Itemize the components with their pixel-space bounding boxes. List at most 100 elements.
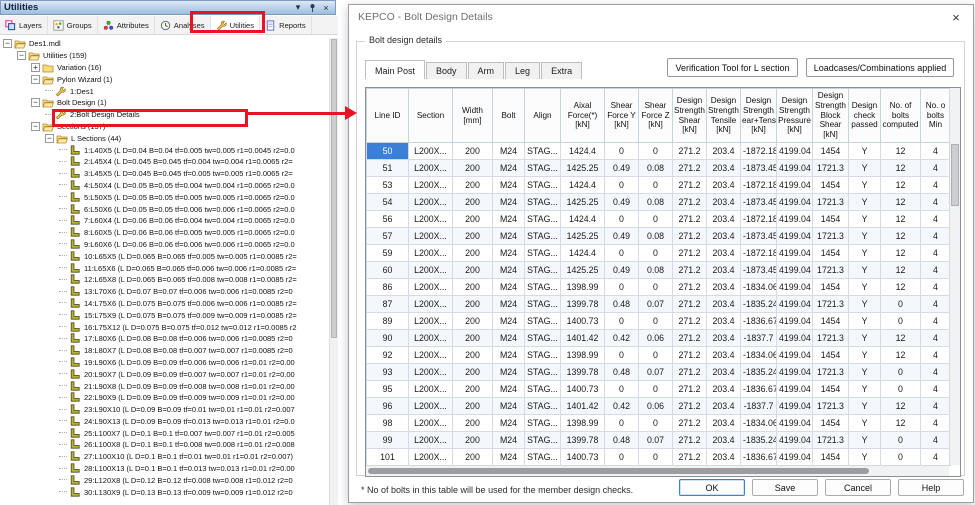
table-vertical-scrollbar[interactable] [949, 88, 960, 465]
table-cell[interactable]: 4 [921, 245, 951, 262]
table-cell[interactable]: Y [849, 347, 881, 364]
table-cell[interactable]: 4199.04 [777, 228, 813, 245]
table-cell[interactable]: 271.2 [673, 228, 707, 245]
tree-item-variation-16[interactable]: +Variation (16) [1, 62, 329, 74]
table-cell[interactable]: L200X... [409, 364, 453, 381]
column-header-design-check[interactable]: Design check passed [849, 89, 881, 143]
table-cell[interactable]: 271.2 [673, 279, 707, 296]
table-cell[interactable]: 1425.25 [561, 160, 605, 177]
tree-item-17-l80x6-l-d-0-08-b-0-08-tf-0-006-tw-0-006[interactable]: 17:L80X6 (L D=0.08 B=0.08 tf=0.006 tw=0.… [1, 333, 329, 345]
table-cell[interactable]: 203.4 [707, 347, 741, 364]
tree-item-l-sections-44[interactable]: −L Sections (44) [1, 132, 329, 144]
table-cell[interactable]: 4 [921, 398, 951, 415]
tree-item-pylon-wizard-1[interactable]: −Pylon Wizard (1) [1, 73, 329, 85]
table-cell[interactable]: 12 [881, 245, 921, 262]
table-cell[interactable]: L200X... [409, 143, 453, 160]
table-cell[interactable]: 0 [639, 211, 673, 228]
table-cell[interactable]: STAG... [525, 432, 561, 449]
tab-groups[interactable]: Groups [48, 16, 98, 34]
chevron-down-icon[interactable]: ▾ [292, 2, 304, 13]
table-cell[interactable]: 271.2 [673, 177, 707, 194]
table-cell[interactable]: L200X... [409, 381, 453, 398]
table-cell[interactable]: 203.4 [707, 228, 741, 245]
table-cell[interactable]: 0.08 [639, 228, 673, 245]
table-cell[interactable]: Y [849, 330, 881, 347]
tab-layers[interactable]: Layers [0, 16, 48, 34]
table-cell[interactable]: STAG... [525, 296, 561, 313]
table-cell[interactable]: 1721.3 [813, 296, 849, 313]
table-cell[interactable]: 203.4 [707, 364, 741, 381]
table-cell[interactable]: 0.48 [605, 432, 639, 449]
column-header-no-o-bolts[interactable]: No. o bolts Min [921, 89, 951, 143]
table-cell[interactable]: 4199.04 [777, 279, 813, 296]
table-cell[interactable]: -1872.18 [741, 177, 777, 194]
table-cell[interactable]: 203.4 [707, 143, 741, 160]
table-cell[interactable]: 0 [881, 313, 921, 330]
column-header-design-strength[interactable]: Design Strength Pressure [kN] [777, 89, 813, 143]
table-cell[interactable]: 0 [605, 143, 639, 160]
table-cell[interactable]: L200X... [409, 296, 453, 313]
table-vertical-scrollbar-thumb[interactable] [951, 144, 959, 206]
table-cell[interactable]: 203.4 [707, 330, 741, 347]
close-icon[interactable]: × [320, 2, 332, 13]
table-cell[interactable]: 4 [921, 211, 951, 228]
table-cell[interactable]: 0 [639, 415, 673, 432]
dialog-titlebar[interactable]: KEPCO - Bolt Design Details × [349, 5, 973, 29]
table-cell[interactable]: 0.08 [639, 160, 673, 177]
table-cell[interactable]: L200X... [409, 228, 453, 245]
table-cell[interactable]: STAG... [525, 313, 561, 330]
table-cell[interactable]: 0.06 [639, 330, 673, 347]
table-cell[interactable]: 4 [921, 296, 951, 313]
table-cell[interactable]: 200 [453, 330, 493, 347]
table-cell[interactable]: 1454 [813, 313, 849, 330]
table-cell[interactable]: -1837.7 [741, 398, 777, 415]
table-cell[interactable]: 12 [881, 211, 921, 228]
table-cell[interactable]: 200 [453, 177, 493, 194]
table-cell[interactable]: 4 [921, 177, 951, 194]
table-cell[interactable]: 200 [453, 449, 493, 466]
tree-item-10-l65x5-l-d-0-065-b-0-065-tf-0-005-tw-0-0[interactable]: 10:L65X5 (L D=0.065 B=0.065 tf=0.005 tw=… [1, 250, 329, 262]
table-cell[interactable]: 4199.04 [777, 296, 813, 313]
table-cell[interactable]: 4199.04 [777, 160, 813, 177]
table-cell[interactable]: 4 [921, 449, 951, 466]
tree-item-5-l50x5-l-d-0-05-b-0-05-tf-0-005-tw-0-005-[interactable]: 5:L50X5 (L D=0.05 B=0.05 tf=0.005 tw=0.0… [1, 191, 329, 203]
table-cell[interactable]: Y [849, 449, 881, 466]
table-cell[interactable]: 1425.25 [561, 194, 605, 211]
table-cell[interactable]: 0 [605, 381, 639, 398]
table-cell[interactable]: 12 [881, 398, 921, 415]
table-cell[interactable]: Y [849, 381, 881, 398]
table-cell[interactable]: 1401.42 [561, 330, 605, 347]
table-cell[interactable]: STAG... [525, 245, 561, 262]
table-cell[interactable]: 1424.4 [561, 143, 605, 160]
table-cell[interactable]: 0 [639, 347, 673, 364]
table-cell[interactable]: 0 [639, 381, 673, 398]
tab-main-post[interactable]: Main Post [365, 60, 425, 79]
table-cell[interactable]: 1454 [813, 177, 849, 194]
tree-item-20-l90x7-l-d-0-09-b-0-09-tf-0-007-tw-0-007[interactable]: 20:L90X7 (L D=0.09 B=0.09 tf=0.007 tw=0.… [1, 368, 329, 380]
tree-item-25-l100x7-l-d-0-1-b-0-1-tf-0-007-tw-0-007-[interactable]: 25:L100X7 (L D=0.1 B=0.1 tf=0.007 tw=0.0… [1, 427, 329, 439]
table-cell[interactable]: 4199.04 [777, 432, 813, 449]
table-cell[interactable]: 1399.78 [561, 432, 605, 449]
table-cell[interactable]: 200 [453, 160, 493, 177]
tree-item-7-l60x4-l-d-0-06-b-0-06-tf-0-004-tw-0-004-[interactable]: 7:L60X4 (L D=0.06 B=0.06 tf=0.004 tw=0.0… [1, 215, 329, 227]
tree-item-13-l70x6-l-d-0-07-b-0-07-tf-0-006-tw-0-006[interactable]: 13:L70X6 (L D=0.07 B=0.07 tf=0.006 tw=0.… [1, 286, 329, 298]
tree-item-27-l100x10-l-d-0-1-b-0-1-tf-0-01-tw-0-01-r[interactable]: 27:L100X10 (L D=0.1 B=0.1 tf=0.01 tw=0.0… [1, 451, 329, 463]
table-cell[interactable]: 4 [921, 279, 951, 296]
table-cell[interactable]: 1454 [813, 143, 849, 160]
table-cell[interactable]: 203.4 [707, 211, 741, 228]
table-cell[interactable]: 203.4 [707, 279, 741, 296]
tree-expand-collapse-box[interactable]: − [31, 75, 40, 84]
table-cell[interactable]: 200 [453, 347, 493, 364]
table-cell[interactable]: 0.49 [605, 262, 639, 279]
table-cell[interactable]: STAG... [525, 381, 561, 398]
column-header-design-strength[interactable]: Design Strength ear+Tens [kN] [741, 89, 777, 143]
column-header-design-strength[interactable]: Design Strength Shear [kN] [673, 89, 707, 143]
column-header-bolt[interactable]: Bolt [493, 89, 525, 143]
tree-item-22-l90x9-l-d-0-09-b-0-09-tf-0-009-tw-0-009[interactable]: 22:L90X9 (L D=0.09 B=0.09 tf=0.009 tw=0.… [1, 392, 329, 404]
table-cell[interactable]: -1872.18 [741, 245, 777, 262]
table-cell[interactable]: 1400.73 [561, 381, 605, 398]
table-cell[interactable]: 0.49 [605, 194, 639, 211]
table-cell[interactable]: STAG... [525, 330, 561, 347]
table-cell[interactable]: 0.49 [605, 228, 639, 245]
table-cell[interactable]: M24 [493, 177, 525, 194]
